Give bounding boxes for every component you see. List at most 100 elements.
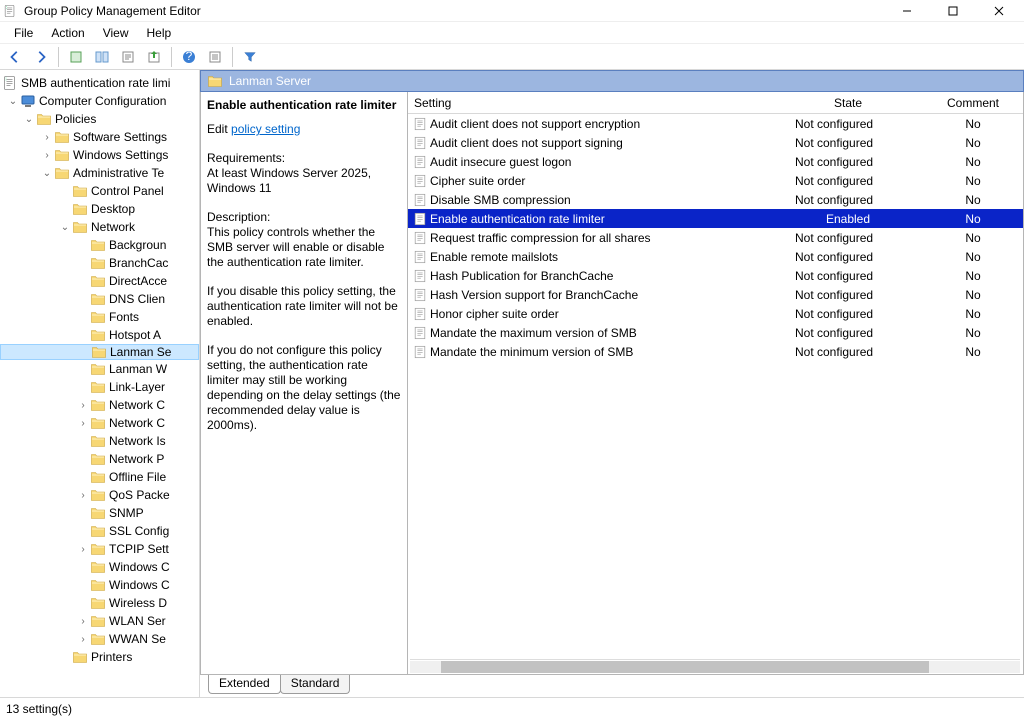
tree-pane[interactable]: SMB authentication rate limi ⌄Computer C… bbox=[0, 70, 200, 697]
tree-windows[interactable]: Windows Settings bbox=[73, 148, 168, 162]
menu-view[interactable]: View bbox=[95, 24, 137, 42]
tree-item-dacc[interactable]: DirectAcce bbox=[109, 274, 167, 288]
folder-icon bbox=[90, 595, 106, 611]
tree-desktop[interactable]: Desktop bbox=[91, 202, 135, 216]
tree-item-dns[interactable]: DNS Clien bbox=[109, 292, 165, 306]
folder-icon bbox=[90, 469, 106, 485]
setting-row[interactable]: Hash Publication for BranchCacheNot conf… bbox=[408, 266, 1023, 285]
tree-item-netP[interactable]: Network P bbox=[109, 452, 164, 466]
setting-row[interactable]: Enable authentication rate limiterEnable… bbox=[408, 209, 1023, 228]
tree-item-win1[interactable]: Windows C bbox=[109, 560, 170, 574]
setting-row[interactable]: Request traffic compression for all shar… bbox=[408, 228, 1023, 247]
policy-setting-link[interactable]: policy setting bbox=[231, 122, 300, 136]
tree-item-lanmanW[interactable]: Lanman W bbox=[109, 362, 167, 376]
help-button[interactable]: ? bbox=[178, 46, 200, 68]
tree-item-ssl[interactable]: SSL Config bbox=[109, 524, 169, 538]
chevron-right-icon[interactable]: › bbox=[76, 634, 90, 645]
folder-icon bbox=[90, 613, 106, 629]
setting-row[interactable]: Audit client does not support signingNot… bbox=[408, 133, 1023, 152]
chevron-right-icon[interactable]: › bbox=[76, 490, 90, 501]
column-setting[interactable]: Setting bbox=[408, 96, 773, 110]
close-button[interactable] bbox=[976, 0, 1022, 22]
tree-item-wwan[interactable]: WWAN Se bbox=[109, 632, 166, 646]
tree-item-linklay[interactable]: Link-Layer bbox=[109, 380, 165, 394]
setting-name: Mandate the maximum version of SMB bbox=[430, 326, 773, 340]
export-button[interactable] bbox=[143, 46, 165, 68]
setting-row[interactable]: Honor cipher suite orderNot configuredNo bbox=[408, 304, 1023, 323]
minimize-button[interactable] bbox=[884, 0, 930, 22]
chevron-right-icon[interactable]: › bbox=[40, 132, 54, 143]
up-button[interactable] bbox=[65, 46, 87, 68]
tree-item-snmp[interactable]: SNMP bbox=[109, 506, 144, 520]
settings-list-header[interactable]: Setting State Comment bbox=[408, 92, 1023, 114]
tree-item-wlan[interactable]: WLAN Ser bbox=[109, 614, 166, 628]
folder-icon bbox=[72, 219, 88, 235]
setting-row[interactable]: Mandate the maximum version of SMBNot co… bbox=[408, 323, 1023, 342]
setting-row[interactable]: Hash Version support for BranchCacheNot … bbox=[408, 285, 1023, 304]
setting-row[interactable]: Enable remote mailslotsNot configuredNo bbox=[408, 247, 1023, 266]
tree-item-branch[interactable]: BranchCac bbox=[109, 256, 168, 270]
tree-item-tcpip[interactable]: TCPIP Sett bbox=[109, 542, 169, 556]
tree-policies[interactable]: Policies bbox=[55, 112, 96, 126]
setting-row[interactable]: Mandate the minimum version of SMBNot co… bbox=[408, 342, 1023, 361]
tree-item-lanmanS[interactable]: Lanman Se bbox=[110, 345, 171, 359]
policy-icon bbox=[410, 212, 430, 226]
menu-action[interactable]: Action bbox=[43, 24, 92, 42]
setting-row[interactable]: Audit insecure guest logonNot configured… bbox=[408, 152, 1023, 171]
folder-icon bbox=[90, 291, 106, 307]
chevron-right-icon[interactable]: › bbox=[76, 418, 90, 429]
chevron-down-icon[interactable]: ⌄ bbox=[22, 114, 36, 125]
horizontal-scrollbar[interactable] bbox=[410, 659, 1020, 673]
setting-name: Enable remote mailslots bbox=[430, 250, 773, 264]
menubar: File Action View Help bbox=[0, 22, 1024, 44]
menu-file[interactable]: File bbox=[6, 24, 41, 42]
tree-root[interactable]: SMB authentication rate limi bbox=[21, 76, 170, 90]
description-heading: Description: bbox=[207, 210, 403, 225]
folder-icon bbox=[36, 111, 52, 127]
tree-item-fonts[interactable]: Fonts bbox=[109, 310, 139, 324]
tree-software[interactable]: Software Settings bbox=[73, 130, 167, 144]
back-button[interactable] bbox=[4, 46, 26, 68]
policy-icon bbox=[410, 174, 430, 188]
folder-icon bbox=[90, 397, 106, 413]
requirements-body: At least Windows Server 2025, Windows 11 bbox=[207, 166, 403, 196]
column-state[interactable]: State bbox=[773, 96, 923, 110]
maximize-button[interactable] bbox=[930, 0, 976, 22]
chevron-right-icon[interactable]: › bbox=[76, 544, 90, 555]
tree-cpanel[interactable]: Control Panel bbox=[91, 184, 164, 198]
all-settings-button[interactable] bbox=[204, 46, 226, 68]
tree-item-netis[interactable]: Network Is bbox=[109, 434, 166, 448]
setting-state: Not configured bbox=[773, 117, 923, 131]
tree-item-netc1[interactable]: Network C bbox=[109, 398, 165, 412]
setting-state: Not configured bbox=[773, 345, 923, 359]
setting-row[interactable]: Disable SMB compressionNot configuredNo bbox=[408, 190, 1023, 209]
menu-help[interactable]: Help bbox=[139, 24, 180, 42]
tree-item-netc2[interactable]: Network C bbox=[109, 416, 165, 430]
settings-list[interactable]: Audit client does not support encryption… bbox=[408, 114, 1023, 674]
chevron-right-icon[interactable]: › bbox=[76, 400, 90, 411]
properties-button[interactable] bbox=[117, 46, 139, 68]
tree-item-wld[interactable]: Wireless D bbox=[109, 596, 167, 610]
chevron-down-icon[interactable]: ⌄ bbox=[40, 168, 54, 179]
tree-item-qos[interactable]: QoS Packe bbox=[109, 488, 170, 502]
tree-network[interactable]: Network bbox=[91, 220, 135, 234]
tab-extended[interactable]: Extended bbox=[208, 675, 281, 694]
tree-printers[interactable]: Printers bbox=[91, 650, 132, 664]
chevron-right-icon[interactable]: › bbox=[40, 150, 54, 161]
setting-row[interactable]: Cipher suite orderNot configuredNo bbox=[408, 171, 1023, 190]
tree-item-win2[interactable]: Windows C bbox=[109, 578, 170, 592]
tree-item-hotspot[interactable]: Hotspot A bbox=[109, 328, 161, 342]
forward-button[interactable] bbox=[30, 46, 52, 68]
column-comment[interactable]: Comment bbox=[923, 96, 1023, 110]
filter-button[interactable] bbox=[239, 46, 261, 68]
chevron-right-icon[interactable]: › bbox=[76, 616, 90, 627]
tab-standard[interactable]: Standard bbox=[280, 675, 351, 694]
show-hide-tree[interactable] bbox=[91, 46, 113, 68]
chevron-down-icon[interactable]: ⌄ bbox=[6, 96, 20, 107]
tree-item-off[interactable]: Offline File bbox=[109, 470, 166, 484]
tree-admin-templates[interactable]: Administrative Te bbox=[73, 166, 164, 180]
setting-row[interactable]: Audit client does not support encryption… bbox=[408, 114, 1023, 133]
chevron-down-icon[interactable]: ⌄ bbox=[58, 222, 72, 233]
tree-item-bgint[interactable]: Backgroun bbox=[109, 238, 166, 252]
tree-computer-config[interactable]: Computer Configuration bbox=[39, 94, 166, 108]
